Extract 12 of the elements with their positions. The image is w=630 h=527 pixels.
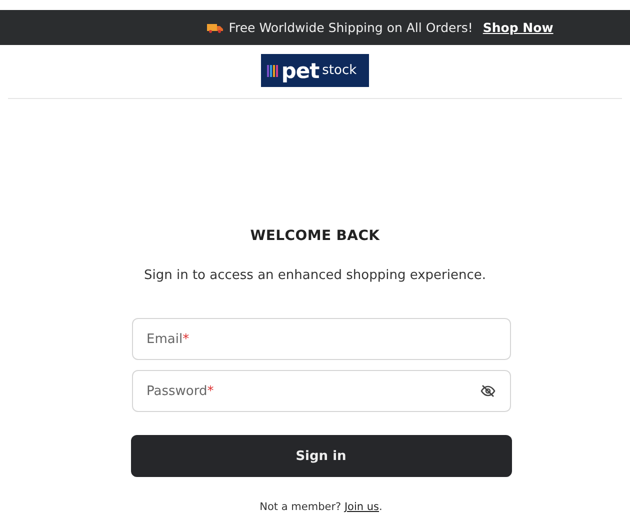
announcement-text: Free Worldwide Shipping on All Orders! [228, 20, 473, 35]
email-field[interactable]: Email* [132, 318, 510, 360]
subtitle: Sign in to access an enhanced shopping experience. [144, 268, 486, 283]
sign-in-button[interactable]: Sign in [130, 435, 512, 477]
shop-now-link[interactable]: Shop Now [482, 20, 554, 35]
eye-slash-icon[interactable] [480, 383, 496, 399]
join-prompt: Not a member? Join us. [260, 501, 382, 513]
join-us-link[interactable]: Join us [344, 501, 379, 513]
page-heading: WELCOME BACK [250, 228, 380, 244]
truck-icon [206, 22, 223, 33]
petstock-logo[interactable]: pet stock [261, 54, 369, 87]
password-field[interactable]: Password* [132, 370, 510, 412]
